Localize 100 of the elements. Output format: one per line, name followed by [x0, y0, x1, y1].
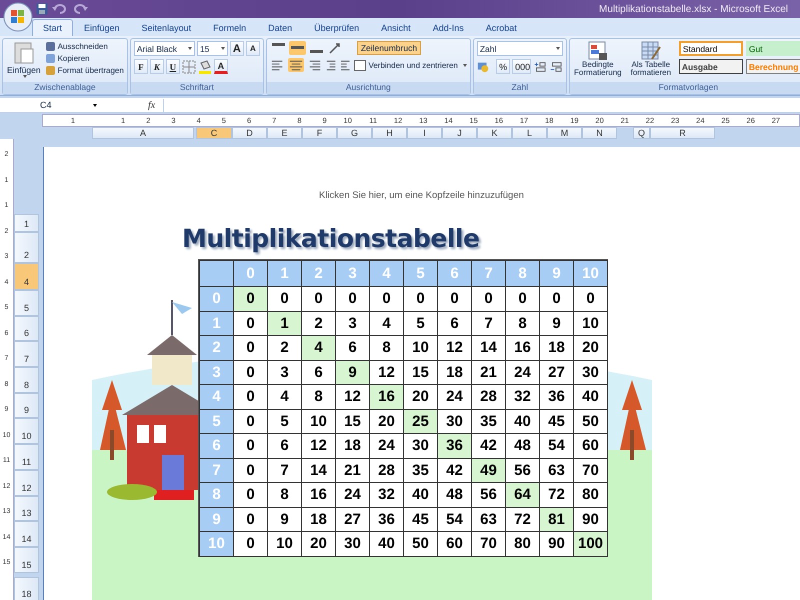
grow-font-button[interactable]: A: [230, 41, 244, 56]
font-color-button[interactable]: A: [214, 59, 228, 74]
column-header[interactable]: N: [582, 127, 617, 139]
increase-decimal-icon[interactable]: [533, 60, 547, 74]
clipboard-button[interactable]: Ausschneiden: [44, 41, 124, 52]
borders-icon[interactable]: [182, 60, 196, 74]
fill-color-icon[interactable]: [198, 60, 212, 74]
ribbon-tab[interactable]: Add-Ins: [422, 19, 475, 36]
row-header[interactable]: 11: [14, 444, 39, 470]
row-header[interactable]: 12: [14, 470, 39, 496]
table-cell: 10: [267, 531, 302, 556]
group-label: Zwischenablage: [3, 82, 127, 94]
ribbon-tab[interactable]: Überprüfen: [303, 19, 370, 36]
ribbon-tab[interactable]: Ansicht: [370, 19, 422, 36]
column-header[interactable]: Q: [633, 127, 650, 139]
row-header[interactable]: 4: [14, 263, 39, 290]
column-header[interactable]: J: [442, 127, 477, 139]
save-icon[interactable]: [36, 3, 48, 15]
horizontal-align-icon[interactable]: [288, 58, 304, 72]
row-header[interactable]: 14: [14, 521, 39, 547]
ribbon-tab[interactable]: Seitenlayout: [130, 19, 202, 36]
table-cell: 4: [301, 335, 336, 360]
table-cell: 24: [335, 482, 370, 508]
paste-button[interactable]: Einfügen: [6, 41, 42, 80]
row-header[interactable]: 5: [14, 290, 39, 316]
row-header[interactable]: 1: [14, 214, 39, 232]
redo-icon[interactable]: [72, 4, 88, 14]
cell-style-item[interactable]: Gut: [746, 41, 800, 56]
number-format-dropdown[interactable]: Zahl: [476, 41, 563, 56]
font-size-dropdown[interactable]: 15: [196, 41, 228, 56]
table-cell: 36: [437, 433, 472, 458]
ribbon-tab[interactable]: Acrobat: [474, 19, 528, 36]
indent-icon[interactable]: [324, 58, 352, 72]
column-header[interactable]: L: [512, 127, 547, 139]
column-header[interactable]: F: [302, 127, 337, 139]
group-label: Zahl: [474, 82, 566, 94]
clipboard-button[interactable]: Kopieren: [44, 53, 124, 64]
table-cell: 90: [539, 531, 574, 556]
table-cell: 24: [369, 433, 404, 458]
column-header[interactable]: R: [650, 127, 715, 139]
thousands-button[interactable]: 000: [512, 59, 532, 74]
header-placeholder-text[interactable]: Klicken Sie hier, um eine Kopfzeile hinzuzufügen: [319, 190, 524, 201]
ribbon-tab[interactable]: Daten: [257, 19, 304, 36]
table-cell: 0: [233, 384, 268, 410]
column-header[interactable]: A: [92, 127, 194, 139]
vertical-align-icon[interactable]: [288, 41, 306, 55]
italic-button[interactable]: K: [150, 59, 164, 74]
table-brush-icon: [640, 41, 662, 61]
clipboard-icon: [12, 41, 35, 65]
row-header[interactable]: 7: [14, 341, 39, 368]
insert-function-button[interactable]: fx: [148, 100, 156, 110]
table-header-cell: 4: [369, 260, 404, 287]
row-header[interactable]: 6: [14, 316, 39, 342]
shrink-font-button[interactable]: A: [246, 41, 260, 56]
column-header[interactable]: I: [407, 127, 442, 139]
column-header[interactable]: K: [477, 127, 512, 139]
merge-center-button[interactable]: Verbinden und zentrieren: [354, 60, 467, 70]
conditional-formatting-button[interactable]: Bedingte Formatierung: [572, 41, 623, 80]
ribbon-tab[interactable]: Formeln: [202, 19, 258, 36]
table-cell: 42: [471, 433, 506, 458]
decrease-decimal-icon[interactable]: [548, 60, 563, 74]
table-cell: 36: [539, 384, 574, 410]
row-header[interactable]: 10: [14, 418, 39, 444]
table-header-cell: 0: [199, 286, 234, 312]
group-label: Formatvorlagen: [570, 82, 800, 94]
wrap-text-button[interactable]: Zeilenumbruch: [356, 41, 422, 55]
table-header-cell: 9: [539, 260, 574, 287]
table-cell: 12: [335, 384, 370, 410]
corner-cell: [199, 260, 234, 287]
row-header[interactable]: 18: [14, 576, 39, 600]
table-cell: 20: [403, 384, 438, 410]
column-header[interactable]: G: [337, 127, 372, 139]
column-header[interactable]: M: [547, 127, 582, 139]
row-header[interactable]: 2: [14, 232, 39, 263]
table-header-cell: 0: [233, 260, 268, 287]
cell-style-item[interactable]: Ausgabe: [678, 59, 743, 74]
window-title: Multiplikationstabelle.xlsx - Microsoft Excel: [599, 4, 788, 14]
name-box[interactable]: C4: [0, 100, 100, 110]
cell-style-item[interactable]: Standard: [678, 41, 743, 56]
column-header[interactable]: E: [267, 127, 302, 139]
underline-button[interactable]: U: [166, 59, 180, 74]
ribbon-tab[interactable]: Start: [32, 19, 74, 36]
format-as-table-button[interactable]: Als Tabelle formatieren: [626, 41, 676, 80]
row-header[interactable]: 15: [14, 546, 39, 573]
row-header[interactable]: 8: [14, 367, 39, 393]
percent-button[interactable]: %: [496, 59, 510, 74]
clipboard-button[interactable]: Format übertragen: [44, 65, 124, 76]
row-header[interactable]: 13: [14, 496, 39, 522]
bold-button[interactable]: F: [134, 59, 148, 74]
column-header[interactable]: H: [372, 127, 407, 139]
row-header[interactable]: 9: [14, 392, 39, 418]
table-cell: 4: [267, 384, 302, 410]
font-family-dropdown[interactable]: Arial Black: [134, 41, 195, 56]
table-cell: 16: [369, 384, 404, 410]
undo-icon[interactable]: [52, 4, 68, 14]
table-cell: 64: [505, 482, 540, 508]
column-header[interactable]: D: [232, 127, 267, 139]
column-header[interactable]: C: [196, 127, 232, 139]
table-cell: 40: [573, 384, 608, 410]
ribbon-tab[interactable]: Einfügen: [73, 19, 131, 36]
